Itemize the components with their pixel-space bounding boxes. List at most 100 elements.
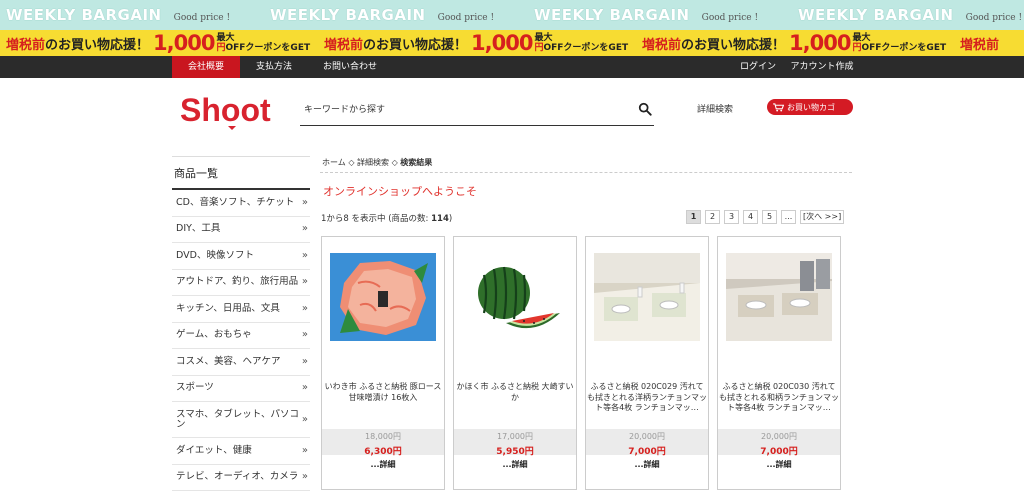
page-5[interactable]: 5 bbox=[762, 210, 777, 224]
detail-link[interactable]: ...詳細 bbox=[586, 459, 708, 470]
sidebar-item-diet[interactable]: ダイエット、健康» bbox=[172, 438, 310, 465]
weekly-bargain-banner[interactable]: WEEKLY BARGAIN Good price ! WEEKLY BARGAI… bbox=[0, 0, 1024, 30]
page-4[interactable]: 4 bbox=[743, 210, 758, 224]
chevron-right-icon: » bbox=[301, 382, 308, 394]
product-image-watermelon[interactable] bbox=[462, 253, 568, 341]
shoot-logo[interactable]: Shoot bbox=[180, 90, 280, 130]
sidebar-item-cosme[interactable]: コスメ、美容、ヘアケア» bbox=[172, 349, 310, 376]
chevron-right-icon: » bbox=[301, 444, 308, 456]
chevron-right-icon: » bbox=[301, 196, 308, 208]
nav-contact[interactable]: お問い合わせ bbox=[316, 56, 384, 78]
product-name[interactable]: いわき市 ふるさと納税 豚ロース甘味噌漬け 16枚入 bbox=[323, 382, 443, 416]
promo-amount: 1,000 bbox=[789, 31, 851, 55]
advanced-search-link[interactable]: 詳細検索 bbox=[697, 102, 733, 115]
original-price: 18,000円 bbox=[365, 432, 401, 441]
banner-tagline: Good price ! bbox=[437, 13, 495, 23]
sale-price: 6,300円 bbox=[364, 447, 402, 457]
chevron-right-icon: » bbox=[301, 249, 308, 261]
sidebar-item-cd-music[interactable]: CD、音楽ソフト、チケット» bbox=[172, 190, 310, 217]
product-name[interactable]: かほく市 ふるさと納税 大崎すいか bbox=[455, 382, 575, 416]
banner-headline: WEEKLY BARGAIN bbox=[798, 6, 954, 24]
chevron-right-icon: » bbox=[301, 223, 308, 235]
promo-lead: 増税前 bbox=[960, 37, 1000, 53]
page-1[interactable]: 1 bbox=[686, 210, 701, 224]
banner-headline: WEEKLY BARGAIN bbox=[6, 6, 162, 24]
chevron-right-icon: » bbox=[301, 276, 308, 288]
banner-tagline: Good price ! bbox=[965, 13, 1023, 23]
banner-headline: WEEKLY BARGAIN bbox=[270, 6, 426, 24]
sale-price: 7,000円 bbox=[760, 447, 798, 457]
create-account-link[interactable]: アカウント作成 bbox=[786, 56, 858, 78]
promo-amount: 1,000 bbox=[153, 31, 215, 55]
promo-tail: 最大 円OFFクーポンをGET bbox=[216, 33, 311, 53]
page-ellipsis: ... bbox=[781, 210, 796, 224]
search-icon[interactable] bbox=[638, 102, 652, 116]
chevron-right-icon: » bbox=[301, 302, 308, 314]
category-sidebar: 商品一覧 CD、音楽ソフト、チケット» DIY、工具» DVD、映像ソフト» ア… bbox=[172, 156, 310, 491]
next-page-link[interactable]: [次へ >>] bbox=[800, 210, 845, 224]
product-grid: いわき市 ふるさと納税 豚ロース甘味噌漬け 16枚入 18,000円 6,300… bbox=[321, 236, 841, 490]
breadcrumb-divider bbox=[320, 172, 852, 173]
banner-tagline: Good price ! bbox=[701, 13, 759, 23]
sidebar-item-games[interactable]: ゲーム、おもちゃ» bbox=[172, 323, 310, 349]
detail-link[interactable]: ...詳細 bbox=[718, 459, 840, 470]
promo-lead: 増税前のお買い物応援！ bbox=[642, 37, 786, 53]
page-3[interactable]: 3 bbox=[724, 210, 739, 224]
cart-icon bbox=[773, 102, 784, 112]
banner-tagline: Good price ! bbox=[173, 13, 231, 23]
promo-lead: 増税前のお買い物応援！ bbox=[6, 37, 150, 53]
sidebar-title: 商品一覧 bbox=[172, 156, 310, 190]
sidebar-item-diy[interactable]: DIY、工具» bbox=[172, 217, 310, 243]
sidebar-item-kitchen[interactable]: キッチン、日用品、文具» bbox=[172, 296, 310, 323]
chevron-right-icon: » bbox=[301, 413, 308, 425]
breadcrumb-separator: ◇ bbox=[391, 158, 398, 167]
promo-tail: 最大 円OFFクーポンをGET bbox=[534, 33, 629, 53]
sidebar-item-smartphone[interactable]: スマホ、タブレット、パソコン» bbox=[172, 402, 310, 438]
result-count: 1から8 を表示中 (商品の数: 114) bbox=[321, 214, 453, 224]
product-card[interactable]: ふるさと納税 020C029 汚れても拭きとれる洋柄ランチョンマット等各4枚 ラ… bbox=[585, 236, 709, 490]
breadcrumb-advanced[interactable]: 詳細検索 bbox=[357, 158, 389, 167]
pagination: 1 2 3 4 5 ... [次へ >>] bbox=[686, 210, 845, 224]
welcome-heading: オンラインショップへようこそ bbox=[323, 185, 477, 198]
cart-label: お買い物カゴ bbox=[787, 102, 835, 112]
banner-headline: WEEKLY BARGAIN bbox=[534, 6, 690, 24]
chevron-right-icon: » bbox=[301, 355, 308, 367]
product-name[interactable]: ふるさと納税 020C030 汚れても拭きとれる和柄ランチョンマット等各4枚 ラ… bbox=[719, 382, 839, 416]
site-header: Shoot 詳細検索 お買い物カゴ bbox=[0, 78, 1024, 156]
product-card[interactable]: かほく市 ふるさと納税 大崎すいか 17,000円 5,950円 ...詳細 bbox=[453, 236, 577, 490]
search-input[interactable] bbox=[300, 96, 620, 124]
login-link[interactable]: ログイン bbox=[732, 56, 784, 78]
nav-company[interactable]: 会社概要 bbox=[172, 56, 240, 78]
product-image-pork[interactable] bbox=[330, 253, 436, 341]
breadcrumb-home[interactable]: ホーム bbox=[322, 158, 346, 167]
breadcrumb-separator: ◇ bbox=[348, 158, 355, 167]
svg-text:Shoot: Shoot bbox=[180, 92, 271, 128]
detail-link[interactable]: ...詳細 bbox=[322, 459, 444, 470]
product-image-table-set-2[interactable] bbox=[726, 253, 832, 341]
sale-price: 5,950円 bbox=[496, 447, 534, 457]
sidebar-item-outdoor[interactable]: アウトドア、釣り、旅行用品» bbox=[172, 270, 310, 296]
detail-link[interactable]: ...詳細 bbox=[454, 459, 576, 470]
product-name[interactable]: ふるさと納税 020C029 汚れても拭きとれる洋柄ランチョンマット等各4枚 ラ… bbox=[587, 382, 707, 416]
product-card[interactable]: いわき市 ふるさと納税 豚ロース甘味噌漬け 16枚入 18,000円 6,300… bbox=[321, 236, 445, 490]
original-price: 20,000円 bbox=[629, 432, 665, 441]
product-card[interactable]: ふるさと納税 020C030 汚れても拭きとれる和柄ランチョンマット等各4枚 ラ… bbox=[717, 236, 841, 490]
sidebar-item-dvd[interactable]: DVD、映像ソフト» bbox=[172, 243, 310, 270]
promo-tail: 最大 円OFFクーポンをGET bbox=[852, 33, 947, 53]
sidebar-item-sports[interactable]: スポーツ» bbox=[172, 376, 310, 402]
promo-banner[interactable]: 増税前のお買い物応援！ 1,000 最大 円OFFクーポンをGET 増税前のお買い… bbox=[0, 30, 1024, 56]
product-image-table-set-1[interactable] bbox=[594, 253, 700, 341]
sidebar-item-tv-audio[interactable]: テレビ、オーディオ、カメラ» bbox=[172, 465, 310, 491]
nav-payment[interactable]: 支払方法 bbox=[248, 56, 300, 78]
original-price: 20,000円 bbox=[761, 432, 797, 441]
search-box bbox=[300, 96, 654, 126]
cart-button[interactable]: お買い物カゴ bbox=[767, 99, 853, 115]
promo-amount: 1,000 bbox=[471, 31, 533, 55]
page-2[interactable]: 2 bbox=[705, 210, 720, 224]
chevron-right-icon: » bbox=[301, 329, 308, 341]
original-price: 17,000円 bbox=[497, 432, 533, 441]
chevron-right-icon: » bbox=[301, 471, 308, 483]
breadcrumb: ホーム ◇ 詳細検索 ◇ 検索結果 bbox=[322, 157, 432, 168]
breadcrumb-current: 検索結果 bbox=[400, 158, 433, 167]
top-nav: 会社概要 支払方法 お問い合わせ ログイン アカウント作成 bbox=[0, 56, 1024, 78]
